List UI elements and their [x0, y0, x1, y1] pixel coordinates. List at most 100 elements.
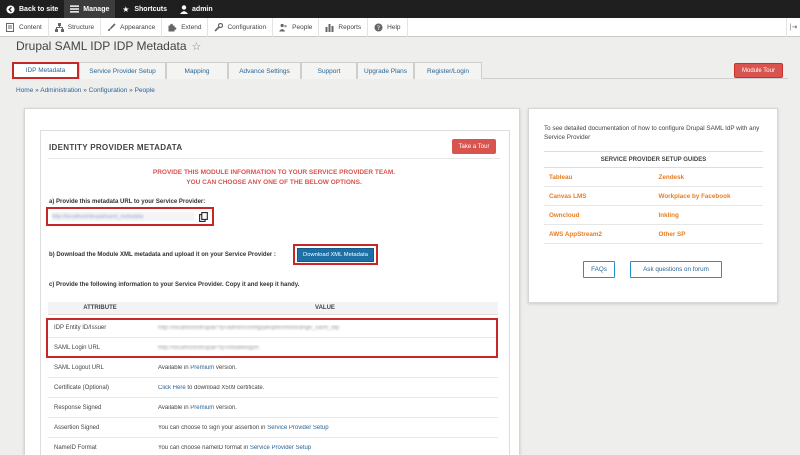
attr-value: You can choose to sign your assertion in… — [152, 425, 498, 431]
shortcuts-label: Shortcuts — [134, 5, 168, 13]
attr-name: Certificate (Optional) — [54, 384, 110, 391]
faqs-button[interactable]: FAQs — [583, 261, 615, 278]
page-title-text: Drupal SAML IDP IDP Metadata — [16, 39, 187, 53]
tab-mapping[interactable]: Mapping — [166, 62, 228, 79]
guide-link-zendesk[interactable]: Zendesk — [654, 174, 764, 181]
tray-reports-label: Reports — [338, 23, 362, 31]
heading-divider — [48, 158, 500, 159]
service-provider-setup-link[interactable]: Service Provider Setup — [267, 425, 328, 431]
premium-link[interactable]: Premium — [190, 365, 214, 371]
tab-idp-metadata[interactable]: IDP Metadata — [12, 62, 79, 79]
value-suffix: version. — [214, 404, 237, 411]
guide-link-tableau[interactable]: Tableau — [544, 174, 654, 181]
service-provider-setup-link[interactable]: Service Provider Setup — [250, 445, 311, 451]
primary-tabs: IDP Metadata Service Provider Setup Mapp… — [12, 62, 482, 79]
tray-extend[interactable]: Extend — [162, 17, 209, 37]
guide-link-inkling[interactable]: Inkling — [654, 212, 764, 219]
tray-help[interactable]: ? Help — [368, 17, 408, 37]
tab-upgrade-plans[interactable]: Upgrade Plans — [357, 62, 414, 79]
user-icon — [179, 4, 188, 14]
tray-content-label: Content — [19, 23, 42, 31]
shortcut-star-icon[interactable]: ☆ — [192, 40, 202, 53]
notice-line-2: YOU CAN CHOOSE ANY ONE OF THE BELOW OPTI… — [186, 179, 362, 186]
step-c-label: c) Provide the following information to … — [49, 282, 300, 288]
table-row: Certificate (Optional) Click Here to dow… — [48, 378, 498, 398]
premium-link[interactable]: Premium — [190, 405, 214, 411]
shortcuts-tab[interactable]: ★ Shortcuts — [115, 0, 173, 18]
value-suffix: to download X509 certificate. — [185, 384, 265, 391]
guide-row: AWS AppStream2 Other SP — [544, 225, 763, 244]
arrow-left-icon — [6, 4, 15, 14]
toggle-orientation-icon[interactable]: |⇥ — [786, 17, 800, 37]
value-prefix: You can choose to sign your assertion in — [158, 424, 268, 431]
table-row: NameID Format You can choose nameID form… — [48, 438, 498, 455]
guides-heading: SERVICE PROVIDER SETUP GUIDES — [544, 151, 763, 168]
take-a-tour-button[interactable]: Take a Tour — [452, 139, 496, 154]
tab-register-login[interactable]: Register/Login — [414, 62, 482, 79]
module-tour-button[interactable]: Module Tour — [734, 63, 783, 78]
notice-text: PROVIDE THIS MODULE INFORMATION TO YOUR … — [48, 168, 500, 188]
copy-icon[interactable] — [198, 211, 208, 222]
guide-link-other-sp[interactable]: Other SP — [654, 231, 764, 238]
value-prefix: You can choose nameID format in — [158, 444, 250, 451]
guide-link-canvas-lms[interactable]: Canvas LMS — [544, 193, 654, 200]
side-intro-text: To see detailed documentation of how to … — [544, 125, 760, 141]
table-header-value: VALUE — [152, 302, 498, 315]
breadcrumb-configuration[interactable]: Configuration — [89, 87, 128, 94]
people-icon — [279, 23, 288, 32]
attr-name: Response Signed — [54, 404, 102, 411]
breadcrumb: Home » Administration » Configuration » … — [16, 87, 155, 94]
metadata-url-field[interactable]: http://localhost/drupal/saml_metadata — [52, 212, 194, 221]
breadcrumb-administration[interactable]: Administration — [40, 87, 81, 94]
breadcrumb-home[interactable]: Home — [16, 87, 33, 94]
tray-appearance[interactable]: Appearance — [101, 17, 163, 37]
value-prefix: Available in — [158, 364, 191, 371]
guide-row: Owncloud Inkling — [544, 206, 763, 225]
tray-structure[interactable]: Structure — [49, 17, 102, 37]
tray-appearance-label: Appearance — [120, 23, 156, 31]
table-row: Response Signed Available in Premium ver… — [48, 398, 498, 418]
tab-service-provider-setup[interactable]: Service Provider Setup — [79, 62, 166, 79]
download-xml-metadata-button[interactable]: Download XML Metadata — [297, 247, 374, 262]
tray-reports[interactable]: Reports — [319, 17, 369, 37]
user-tab[interactable]: admin — [173, 0, 219, 18]
tray-people[interactable]: People — [273, 17, 320, 37]
table-row: SAML Logout URL Available in Premium ver… — [48, 358, 498, 378]
entity-login-highlight — [46, 318, 498, 358]
guides-table: Tableau Zendesk Canvas LMS Workplace by … — [544, 168, 763, 244]
tray-help-label: Help — [387, 23, 401, 31]
bar-chart-icon — [325, 23, 334, 32]
click-here-link[interactable]: Click Here — [158, 385, 186, 391]
manage-tab[interactable]: Manage — [64, 0, 116, 18]
guide-row: Canvas LMS Workplace by Facebook — [544, 187, 763, 206]
tab-support[interactable]: Support — [301, 62, 357, 79]
tray-people-label: People — [292, 23, 313, 31]
admin-tray: Content Structure Appearance Extend Conf… — [0, 17, 800, 37]
guide-link-aws-appstream2[interactable]: AWS AppStream2 — [544, 231, 654, 238]
attr-value: Available in Premium version. — [152, 365, 498, 371]
step-a-label: a) Provide this metadata URL to your Ser… — [49, 199, 206, 205]
value-prefix: Available in — [158, 404, 191, 411]
value-suffix: version. — [214, 364, 237, 371]
table-header-attribute: ATTRIBUTE — [48, 302, 152, 315]
attr-name: NameID Format — [54, 444, 97, 451]
attr-name: Assertion Signed — [54, 424, 100, 431]
attr-value: You can choose nameID format in Service … — [152, 445, 498, 451]
ask-forum-button[interactable]: Ask questions on forum — [630, 261, 722, 278]
guide-link-owncloud[interactable]: Owncloud — [544, 212, 654, 219]
tray-content[interactable]: Content — [0, 17, 49, 37]
tray-configuration[interactable]: Configuration — [208, 17, 274, 37]
download-xml-highlight: Download XML Metadata — [293, 244, 378, 265]
notice-line-1: PROVIDE THIS MODULE INFORMATION TO YOUR … — [152, 169, 396, 176]
help-icon: ? — [374, 23, 383, 32]
tray-structure-label: Structure — [67, 23, 95, 31]
breadcrumb-sep: » — [83, 87, 87, 94]
table-row: Assertion Signed You can choose to sign … — [48, 418, 498, 438]
tray-configuration-label: Configuration — [227, 23, 267, 31]
back-to-site-link[interactable]: Back to site — [0, 0, 64, 18]
guide-link-workplace[interactable]: Workplace by Facebook — [654, 193, 764, 200]
breadcrumb-people[interactable]: People — [135, 87, 155, 94]
puzzle-icon — [168, 23, 177, 32]
page-title: Drupal SAML IDP IDP Metadata ☆ — [16, 39, 201, 53]
tab-advance-settings[interactable]: Advance Settings — [228, 62, 301, 79]
